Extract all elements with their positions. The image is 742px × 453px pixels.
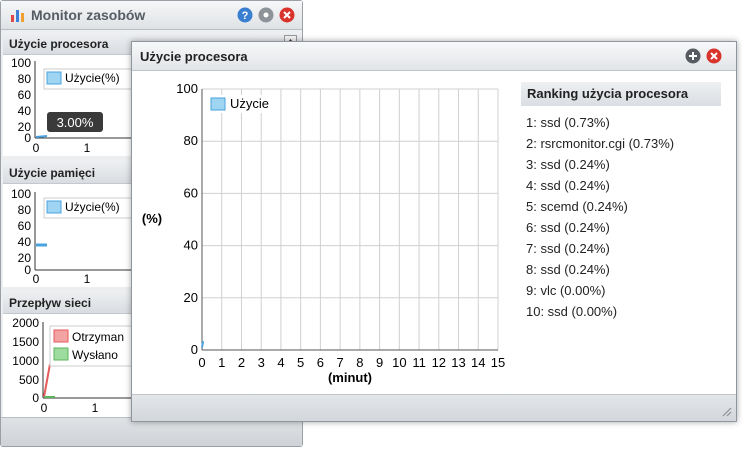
cpu-usage-statusbar [132,394,736,421]
ranking-item: 8: ssd (0.24%) [526,262,610,277]
legend-swatch [46,200,62,214]
cpu-usage-titlebar[interactable]: Użycie procesora [132,42,736,71]
x-tick: 0 [33,141,40,155]
y-tick: 500 [19,373,39,387]
y-tick-label: 100 [176,81,198,96]
legend-label-received: Otrzyman [72,330,124,344]
x-tick-label: 8 [356,355,363,370]
y-tick-label: 0 [191,342,198,357]
x-tick-label: 13 [451,355,465,370]
legend-label: Użycie [230,96,269,111]
section-title: Przepływ sieci [9,296,92,310]
bar-chart-icon [11,10,24,22]
ranking-item: 9: vlc (0.00%) [526,283,606,298]
legend-swatch [210,97,226,111]
x-tick: 1 [84,141,91,155]
y-tick-label: 20 [184,290,198,305]
series-line-0 [201,341,204,348]
ranking-title: Ranking użycia procesora [521,82,721,106]
close-icon[interactable] [279,7,295,23]
legend-swatch [46,71,62,85]
y-tick: 60 [18,88,32,102]
svg-text:?: ? [242,10,249,22]
received-series-line [43,363,51,398]
legend-label-sent: Wysłano [72,348,118,362]
x-tick-label: 7 [337,355,344,370]
cpu-ranking-panel: Ranking użycia procesora 1: ssd (0.73%) … [521,82,721,322]
x-tick: 1 [84,272,91,286]
ranking-item: 10: ssd (0.00%) [526,304,618,319]
y-tick: 80 [18,72,32,86]
y-tick-label: 60 [184,185,198,200]
x-tick-label: 14 [471,355,485,370]
ranking-item: 5: scemd (0.24%) [526,199,628,214]
resource-monitor-titlebar[interactable]: Monitor zasobów ? [1,1,302,30]
y-tick-label: 80 [184,133,198,148]
y-tick: 1000 [12,354,39,368]
legend-swatch-received [53,329,69,343]
y-tick: 60 [18,219,32,233]
legend-swatch-sent [53,347,69,361]
x-tick-label: 15 [491,355,505,370]
x-tick-label: 5 [297,355,304,370]
x-tick-label: 1 [218,355,225,370]
minimize-icon[interactable] [258,7,274,23]
y-tick: 40 [18,235,32,249]
x-tick-label: 3 [258,355,265,370]
x-tick: 0 [33,272,40,286]
cpu-usage-window: Użycie procesora 0 20 40 60 80 100 0123456789… [131,41,737,422]
legend-label: Użycie(%) [65,200,120,214]
x-tick-label: 10 [392,355,406,370]
y-tick: 1500 [12,335,39,349]
y-tick: 2000 [12,316,39,330]
ranking-list: 1: ssd (0.73%) 2: rsrcmonitor.cgi (0.73%… [521,112,721,322]
y-tick: 80 [18,203,32,217]
y-tick: 40 [18,104,32,118]
x-tick-label: 11 [412,355,426,370]
x-tick-label: 6 [317,355,324,370]
x-tick-label: 2 [238,355,245,370]
y-tick: 0 [24,131,31,145]
window-title: Monitor zasobów [31,7,146,23]
chart-grid [202,88,499,350]
ranking-item: 7: ssd (0.24%) [526,241,610,256]
tooltip-text: 3.00% [57,115,94,130]
y-tick: 0 [24,263,31,277]
ranking-item: 4: ssd (0.24%) [526,178,610,193]
x-tick-label: 4 [277,355,284,370]
ranking-item: 1: ssd (0.73%) [526,115,610,130]
section-title: Użycie procesora [9,37,109,51]
x-tick-label: 9 [376,355,383,370]
y-axis-label: (%) [142,211,162,226]
x-tick: 0 [41,401,48,415]
cpu-usage-chart: 020406080100 0 1 2 3 4 5 6 7 8 9 10 11 12 13 14 15 (%) … [142,81,505,385]
legend-label: Użycie(%) [65,71,120,85]
x-tick: 1 [92,401,99,415]
ranking-item: 2: rsrcmonitor.cgi (0.73%) [526,136,675,151]
cpu-series-line [35,135,48,138]
y-tick: 0 [32,391,39,405]
y-tick-label: 40 [184,238,198,253]
section-title: Użycie pamięci [9,166,96,180]
ranking-item: 3: ssd (0.24%) [526,157,610,172]
resize-grip-icon[interactable] [720,405,732,417]
help-icon[interactable]: ? [237,7,253,23]
maximize-icon[interactable] [685,48,701,64]
x-tick-label: 0 [198,355,205,370]
x-axis-label: (minut) [328,370,372,385]
y-tick: 100 [11,187,31,201]
window-title: Użycie procesora [140,49,248,64]
ranking-item: 6: ssd (0.24%) [526,220,610,235]
x-tick-label: 12 [432,355,446,370]
close-icon[interactable] [706,48,722,64]
y-tick: 100 [11,56,31,70]
